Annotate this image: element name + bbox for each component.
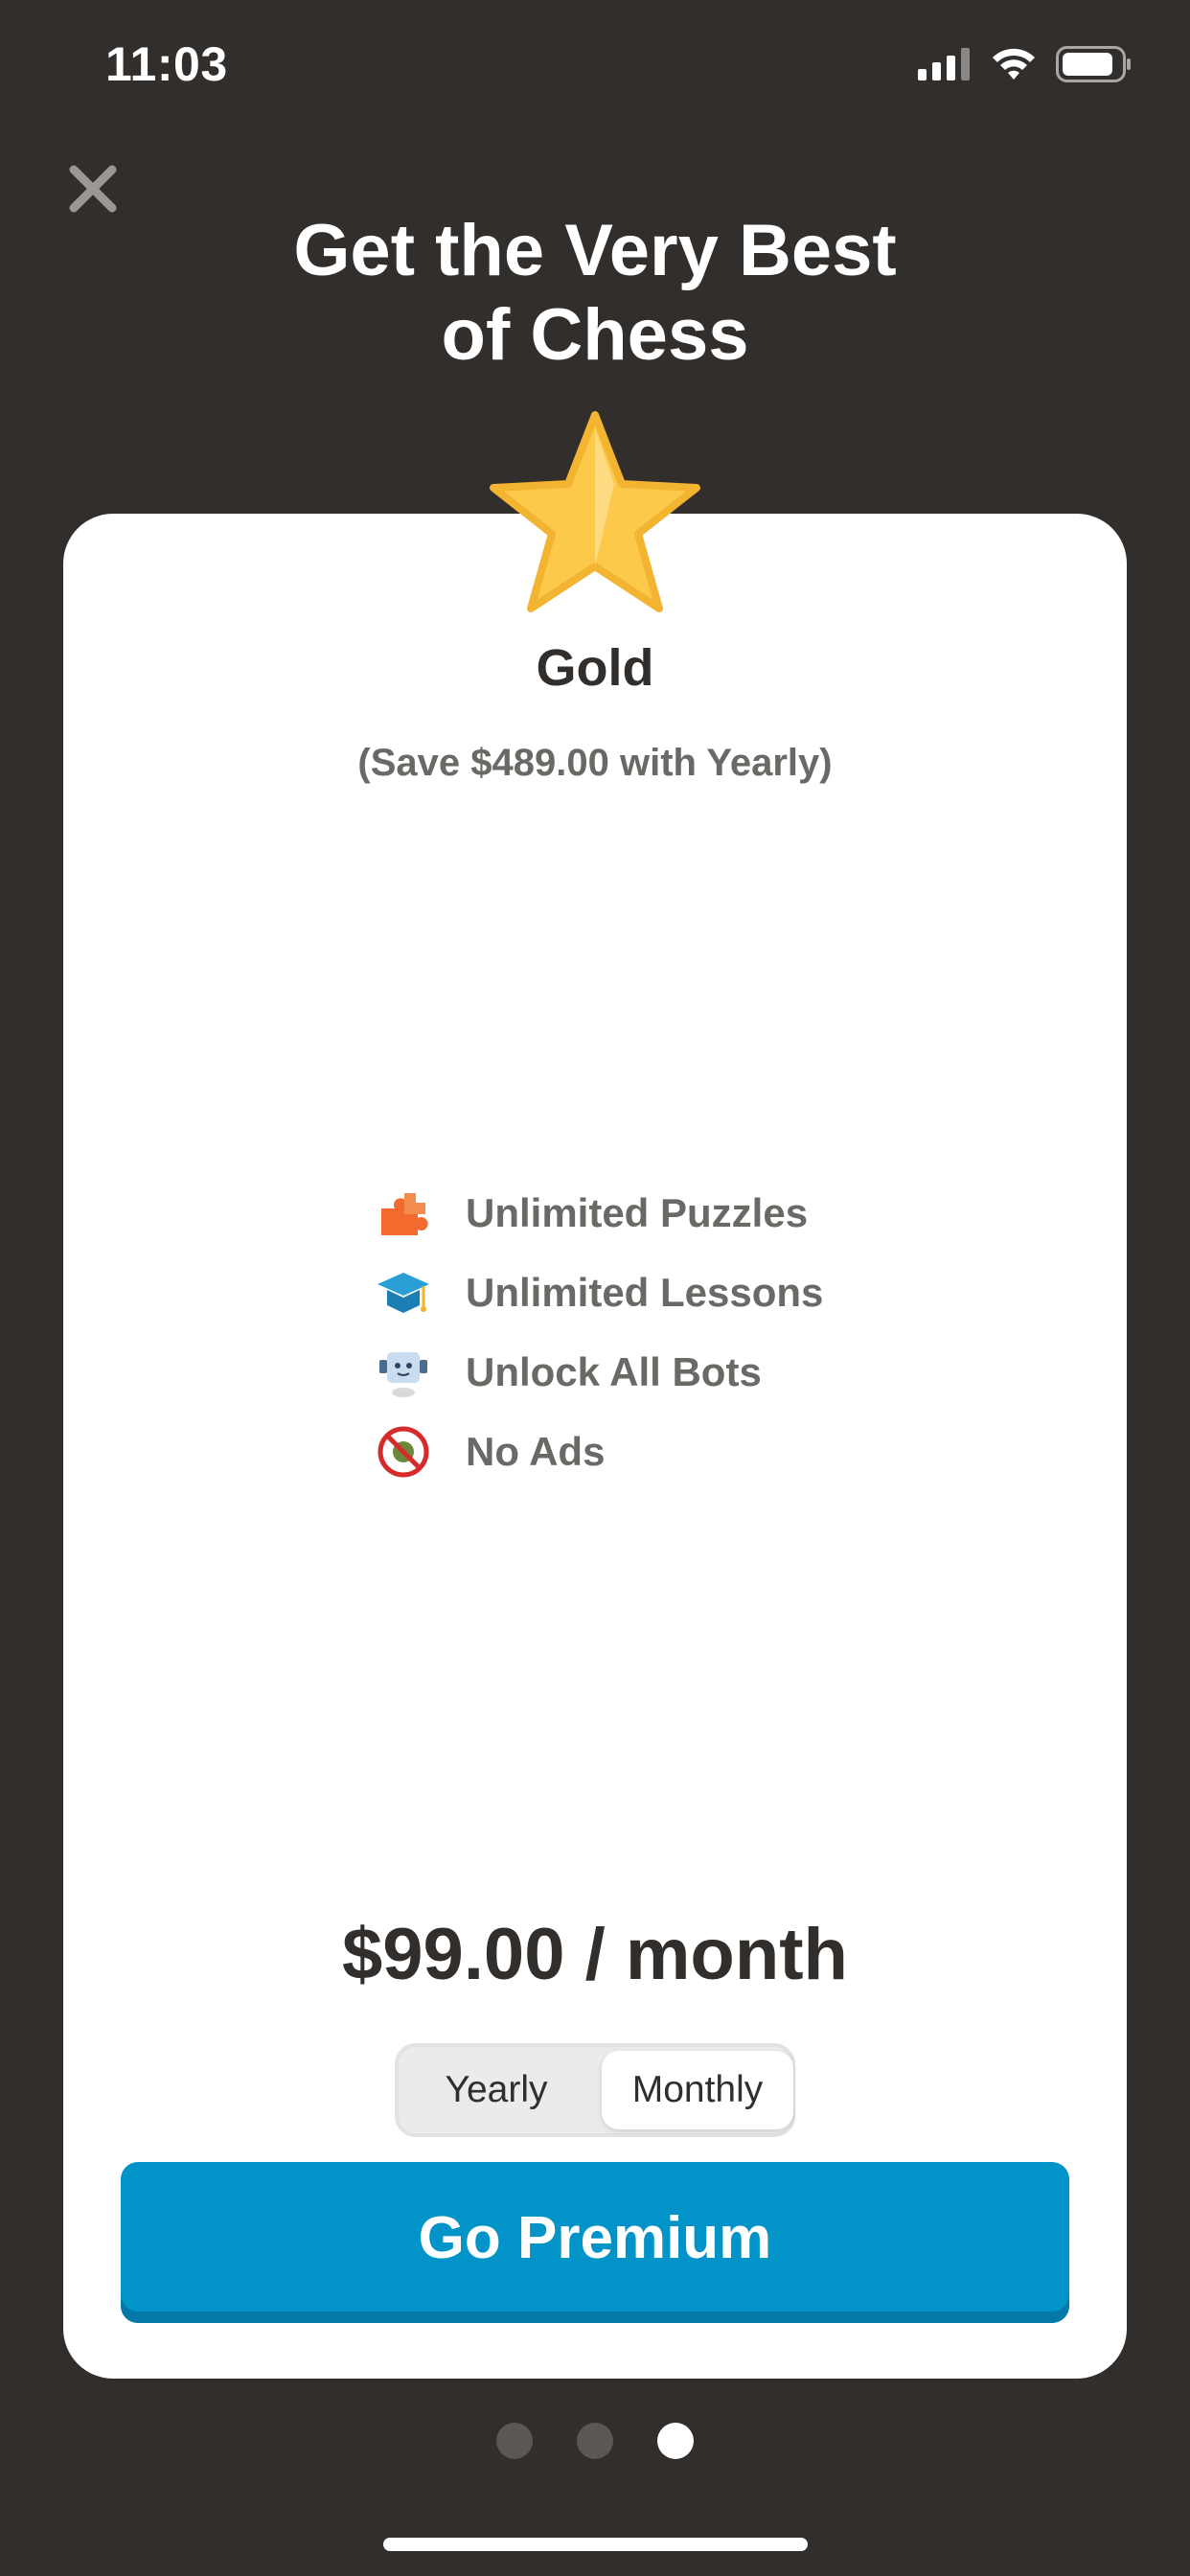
star-icon (490, 411, 700, 612)
savings-text: (Save $489.00 with Yearly) (357, 742, 833, 784)
status-time: 11:03 (105, 37, 228, 91)
close-icon (69, 165, 117, 213)
status-icons (918, 46, 1133, 82)
feature-label: Unlock All Bots (466, 1348, 762, 1394)
page-dot-active[interactable] (657, 2423, 694, 2459)
feature-label: Unlimited Puzzles (466, 1189, 809, 1235)
feature-item: Unlimited Lessons (376, 1253, 823, 1332)
status-bar: 11:03 (0, 0, 1190, 134)
toggle-monthly[interactable]: Monthly (602, 2051, 793, 2129)
feature-label: Unlimited Lessons (466, 1269, 824, 1315)
feature-item: Unlimited Puzzles (376, 1173, 823, 1253)
wifi-icon (993, 48, 1035, 80)
feature-item: Unlock All Bots (376, 1332, 823, 1412)
feature-list: Unlimited Puzzles Unlimited Lessons Unlo… (376, 1173, 823, 1491)
page-title-line-2: of Chess (441, 294, 749, 376)
puzzle-icon (381, 1192, 428, 1235)
billing-toggle: Yearly Monthly (395, 2043, 795, 2137)
feature-label: No Ads (466, 1428, 606, 1474)
cellular-signal-icon (918, 48, 970, 80)
toggle-yearly[interactable]: Yearly (399, 2047, 594, 2133)
feature-item: No Ads (376, 1412, 823, 1491)
home-indicator (383, 2538, 808, 2551)
page-dot[interactable] (577, 2423, 613, 2459)
page-title-line-1: Get the Very Best (293, 210, 897, 291)
go-premium-button[interactable]: Go Premium (121, 2162, 1069, 2323)
battery-icon (1056, 46, 1131, 82)
robot-icon (379, 1351, 427, 1397)
graduation-cap-icon (378, 1272, 429, 1313)
plan-name: Gold (536, 639, 654, 697)
no-ads-icon (378, 1426, 429, 1477)
page-indicator (0, 2423, 1190, 2459)
page-dot[interactable] (496, 2423, 533, 2459)
price-label: $99.00 / month (342, 1914, 848, 1995)
page-title: Get the Very Best of Chess (0, 209, 1190, 378)
